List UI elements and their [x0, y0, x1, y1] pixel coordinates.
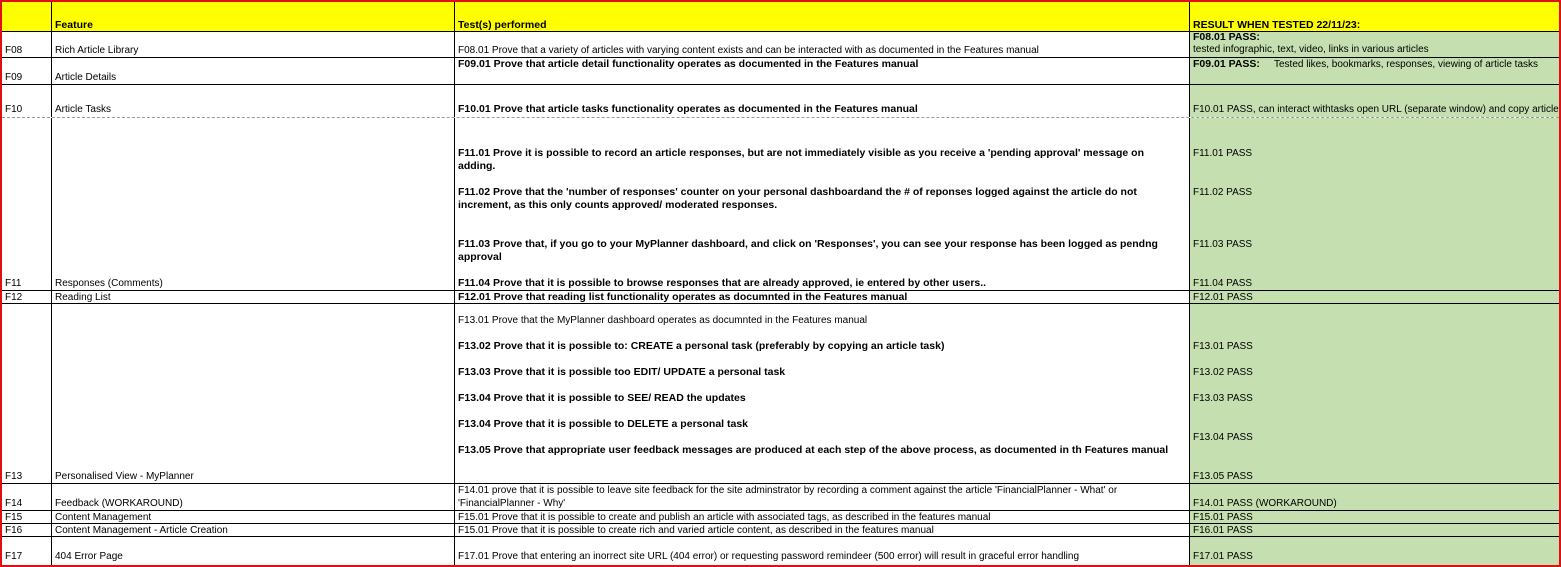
header-cell-result[interactable]: RESULT WHEN TESTED 22/11/23: — [1190, 2, 1559, 32]
header-result-label: RESULT WHEN TESTED 22/11/23: — [1193, 19, 1361, 31]
table-row: F08 Rich Article Library F08.01 Prove th… — [2, 32, 1559, 58]
header-row: Feature Test(s) performed RESULT WHEN TE… — [2, 2, 1559, 32]
cell-result[interactable]: F10.01 PASS, can interact withtasks open… — [1190, 85, 1559, 117]
header-cell-tests[interactable]: Test(s) performed — [455, 2, 1190, 32]
cell-tests[interactable]: F14.01 prove that it is possible to leav… — [455, 484, 1190, 510]
cell-feature[interactable]: Feedback (WORKAROUND) — [52, 484, 455, 510]
table-row: F17 404 Error Page F17.01 Prove that ent… — [2, 537, 1559, 565]
cell-tests[interactable]: F11.01 Prove it is possible to record an… — [455, 118, 1190, 291]
cell-feature[interactable]: Rich Article Library — [52, 32, 455, 58]
table-row: F10 Article Tasks F10.01 Prove that arti… — [2, 85, 1559, 117]
cell-feature[interactable]: Article Tasks — [52, 85, 455, 117]
cell-tests[interactable]: F17.01 Prove that entering an inorrect s… — [455, 537, 1190, 565]
table-row: F14 Feedback (WORKAROUND) F14.01 prove t… — [2, 484, 1559, 510]
cell-result[interactable]: F09.01 PASS: Tested likes, bookmarks, re… — [1190, 58, 1559, 85]
cell-id[interactable]: F09 — [2, 58, 52, 85]
table-row: F11 Responses (Comments) F11.01 Prove it… — [2, 118, 1559, 291]
cell-result[interactable]: F14.01 PASS (WORKAROUND) — [1190, 484, 1559, 510]
cell-tests[interactable]: F08.01 Prove that a variety of articles … — [455, 32, 1190, 58]
cell-id[interactable]: F08 — [2, 32, 52, 58]
header-feature-label: Feature — [55, 19, 93, 31]
header-tests-label: Test(s) performed — [458, 19, 547, 31]
cell-result[interactable]: F08.01 PASS: tested infographic, text, v… — [1190, 32, 1559, 58]
cell-feature[interactable]: 404 Error Page — [52, 537, 455, 565]
header-cell-id[interactable] — [2, 2, 52, 32]
cell-id[interactable]: F11 — [2, 118, 52, 291]
cell-result[interactable]: F13.01 PASS F13.02 PASS F13.03 PASS F13.… — [1190, 304, 1559, 484]
cell-tests[interactable]: F10.01 Prove that article tasks function… — [455, 85, 1190, 117]
cell-result[interactable]: F11.01 PASS F11.02 PASS F11.03 PASS F11.… — [1190, 118, 1559, 291]
cell-id[interactable]: F14 — [2, 484, 52, 510]
cell-id[interactable]: F17 — [2, 537, 52, 565]
cell-id[interactable]: F13 — [2, 304, 52, 484]
cell-feature[interactable]: Responses (Comments) — [52, 118, 455, 291]
cell-feature[interactable]: Personalised View - MyPlanner — [52, 304, 455, 484]
spreadsheet-frame: Feature Test(s) performed RESULT WHEN TE… — [0, 0, 1561, 567]
cell-id[interactable]: F10 — [2, 85, 52, 117]
table-row: F09 Article Details F09.01 Prove that ar… — [2, 58, 1559, 85]
table-row: F13 Personalised View - MyPlanner F13.01… — [2, 304, 1559, 484]
header-cell-feature[interactable]: Feature — [52, 2, 455, 32]
cell-feature[interactable]: Article Details — [52, 58, 455, 85]
cell-result[interactable]: F17.01 PASS — [1190, 537, 1559, 565]
cell-tests[interactable]: F13.01 Prove that the MyPlanner dashboar… — [455, 304, 1190, 484]
cell-tests[interactable]: F09.01 Prove that article detail functio… — [455, 58, 1190, 85]
